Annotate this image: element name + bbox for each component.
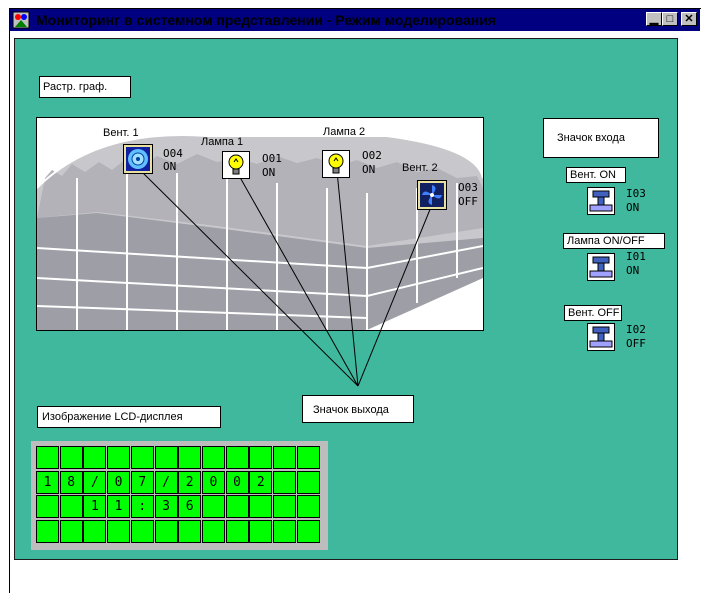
lamp-icon[interactable] [222,151,250,179]
lcd-cell: 2 [178,470,202,494]
lcd-cell [201,495,225,518]
output-state: OFF [458,195,478,208]
lcd-cell [36,446,59,469]
lcd-cell: 8 [59,470,83,494]
lcd-cell [178,446,202,469]
input-name: Вент. ON [566,167,626,183]
output-code: O02 [362,149,382,162]
input-name: Вент. OFF [564,305,622,321]
output-name: Лампа 1 [201,136,244,148]
lcd-cell: 3 [154,495,178,518]
lcd-cell [225,446,249,469]
lcd-cell [201,446,225,469]
input-code: I01 [626,250,646,263]
switch-icon[interactable] [587,323,615,351]
lcd-cell [154,446,178,469]
lcd-cell [83,519,107,543]
switch-icon[interactable] [587,253,615,281]
input-state: OFF [626,337,646,350]
lcd-cell [130,519,154,543]
input-state: ON [626,264,640,277]
lcd-cell: 6 [178,495,202,518]
lcd-cell: 7 [130,470,154,494]
fan-icon[interactable] [123,144,153,174]
output-name: Лампа 2 [323,126,366,138]
lcd-cell [107,519,131,543]
lcd-cell: 2 [249,470,273,494]
input-code: I03 [626,187,646,200]
lcd-cell [59,519,83,543]
lcd-cell [296,519,320,543]
lcd-cell: 0 [107,470,131,494]
lcd-cell: 0 [201,470,225,494]
lcd-cell: 1 [83,495,107,518]
lcd-cell [154,519,178,543]
lcd-cell [273,446,296,469]
output-name: Вент. 1 [103,127,139,139]
lcd-cell [273,519,296,543]
lcd-cell [296,495,320,518]
input-code: I02 [626,323,646,336]
output-state: ON [163,160,177,173]
lamp-icon[interactable] [322,150,350,178]
fan-icon[interactable] [417,180,447,210]
lcd-cell [296,470,320,494]
lcd-cell [36,495,59,518]
output-state: ON [362,163,376,176]
lcd-cell: / [83,470,107,494]
lcd-cell: 0 [225,470,249,494]
lcd-cell [296,446,320,469]
input-icon-label: Значок входа [543,118,659,158]
output-state: ON [262,166,276,179]
lcd-cell [107,446,131,469]
lcd-cell [249,446,273,469]
switch-icon[interactable] [587,187,615,215]
output-code: O03 [458,181,478,194]
input-name: Лампа ON/OFF [563,233,665,249]
input-state: ON [626,201,640,214]
lcd-cell: / [154,470,178,494]
lcd-cell [249,495,273,518]
lcd-cell: 1 [36,470,59,494]
output-name: Вент. 2 [402,162,438,174]
lcd-cell [36,519,59,543]
lcd-cell [59,446,83,469]
output-code: O01 [262,152,282,165]
lcd-image-label: Изображение LCD-дисплея [37,406,221,428]
lcd-cell [201,519,225,543]
lcd-cell: : [130,495,154,518]
output-icon-label: Значок выхода [302,395,414,423]
lcd-cell: 1 [107,495,131,518]
lcd-cell [273,495,296,518]
lcd-cell [225,519,249,543]
lcd-cell [59,495,83,518]
lcd-cell [130,446,154,469]
lcd-cell [83,446,107,469]
output-code: O04 [163,147,183,160]
lcd-cell [273,470,296,494]
lcd-cell [225,495,249,518]
lcd-cell [178,519,202,543]
lcd-cell [249,519,273,543]
